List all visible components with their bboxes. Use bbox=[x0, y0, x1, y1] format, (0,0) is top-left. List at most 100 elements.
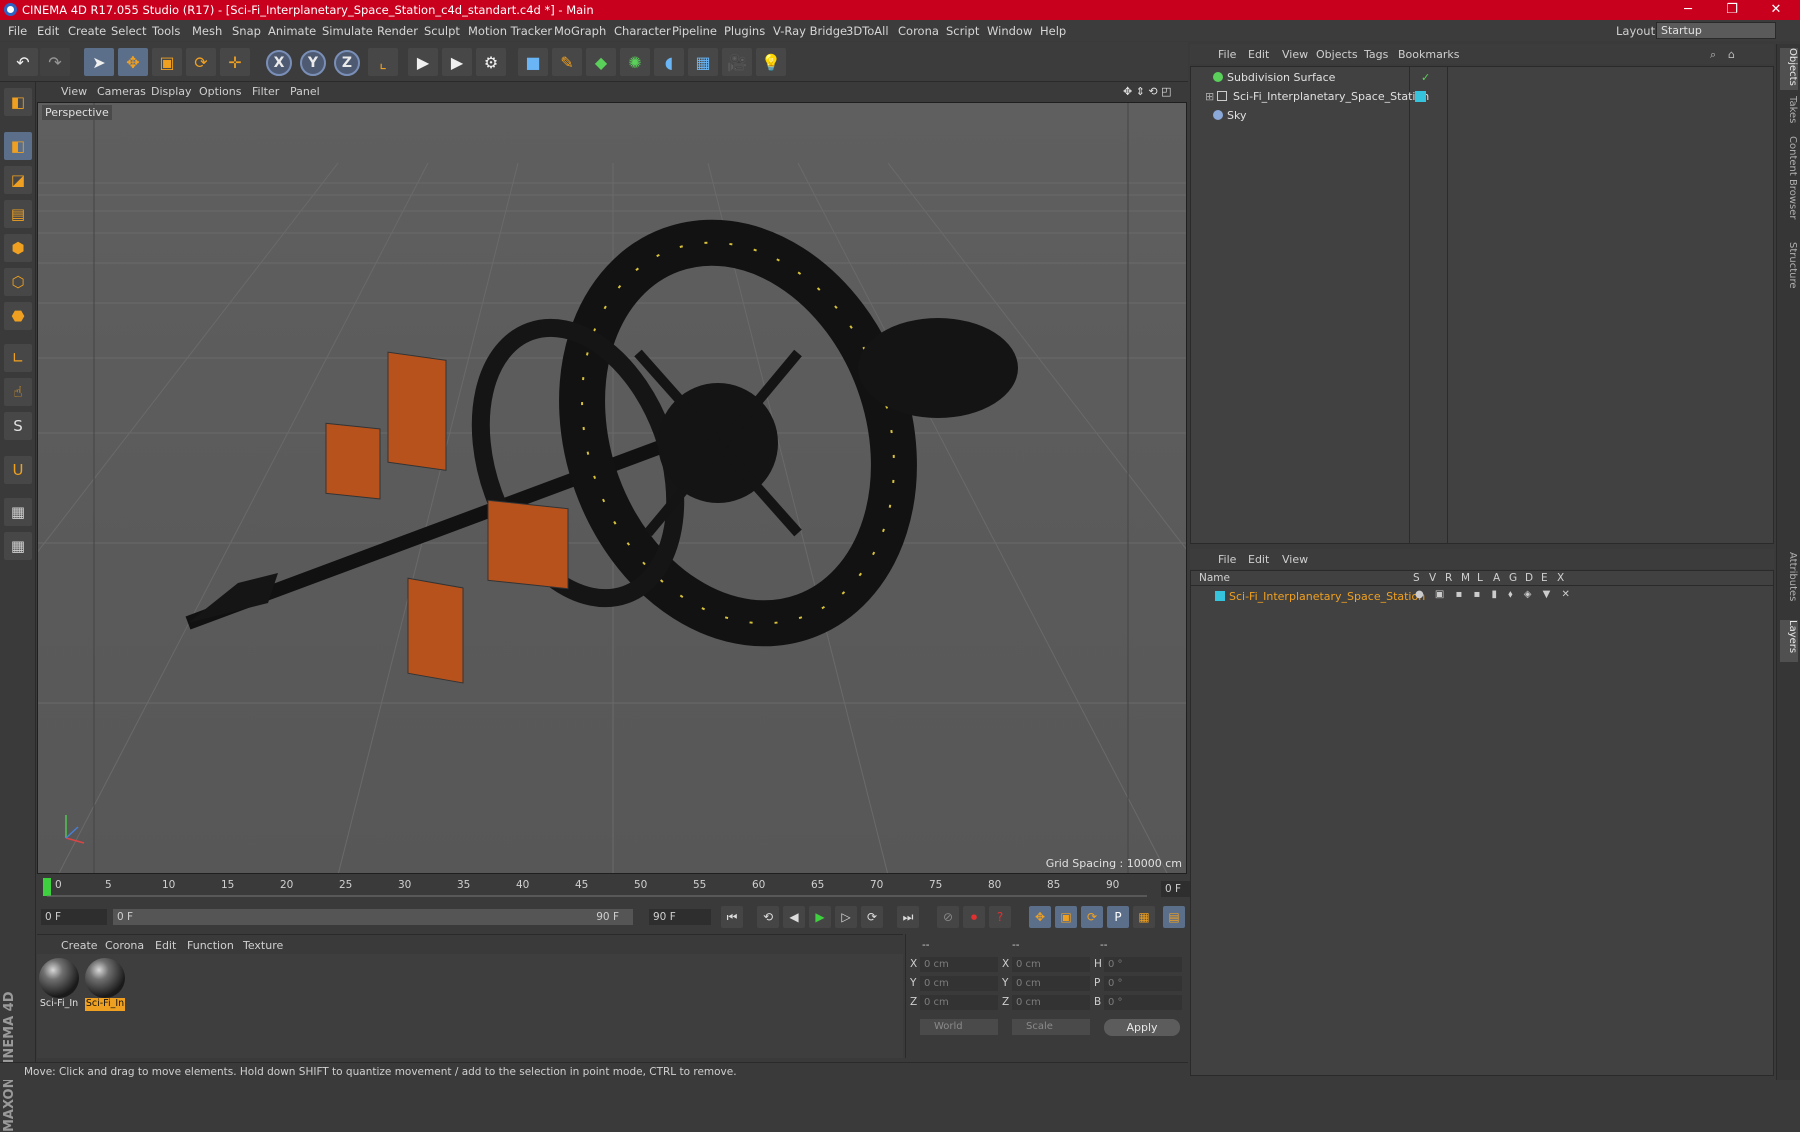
tree-row[interactable]: Subdivision Surface ✓ bbox=[1191, 69, 1773, 87]
next-key-icon[interactable]: ⟳ bbox=[861, 906, 883, 928]
om-menu-edit[interactable]: Edit bbox=[1248, 48, 1269, 61]
menu-simulate[interactable]: Simulate bbox=[322, 24, 373, 38]
coord-system-dropdown[interactable]: World bbox=[920, 1019, 998, 1035]
axis-mode-icon[interactable]: ∟ bbox=[4, 344, 32, 372]
polygons-mode-icon[interactable]: ⬣ bbox=[4, 302, 32, 330]
render-settings-icon[interactable]: ⚙ bbox=[476, 48, 506, 76]
menu-corona[interactable]: Corona bbox=[898, 24, 939, 38]
menu-mesh[interactable]: Mesh bbox=[192, 24, 222, 38]
layer-row[interactable]: Sci-Fi_Interplanetary_Space_Station ● ▣ … bbox=[1191, 588, 1773, 606]
expand-icon[interactable]: ⊞ bbox=[1205, 90, 1214, 103]
rot-b-field[interactable]: 0 ° bbox=[1104, 995, 1182, 1010]
lm-menu-view[interactable]: View bbox=[1282, 553, 1308, 566]
search-icon[interactable]: ⌕ bbox=[1710, 48, 1716, 62]
tree-row[interactable]: ⊞ Sci-Fi_Interplanetary_Space_Station bbox=[1191, 88, 1773, 106]
menu-snap[interactable]: Snap bbox=[232, 24, 261, 38]
om-menu-objects[interactable]: Objects bbox=[1316, 48, 1358, 61]
menu-plugins[interactable]: Plugins bbox=[724, 24, 765, 38]
magnet-icon[interactable]: U bbox=[4, 456, 32, 484]
pen-icon[interactable]: ✎ bbox=[552, 48, 582, 76]
prev-frame-icon[interactable]: ◀ bbox=[783, 906, 805, 928]
vp-menu-view[interactable]: View bbox=[61, 85, 87, 98]
floor-icon[interactable]: ▦ bbox=[688, 48, 718, 76]
layer-color-swatch[interactable] bbox=[1415, 91, 1426, 102]
menu-help[interactable]: Help bbox=[1040, 24, 1066, 38]
live-selection-icon[interactable]: ✛ bbox=[220, 48, 250, 76]
menu-pipeline[interactable]: Pipeline bbox=[672, 24, 717, 38]
object-name[interactable]: Sky bbox=[1227, 109, 1246, 122]
size-z-field[interactable]: 0 cm bbox=[1012, 995, 1090, 1010]
key-rotation-icon[interactable]: ⟳ bbox=[1081, 906, 1103, 928]
enabled-check-icon[interactable]: ✓ bbox=[1421, 71, 1430, 84]
range-slider[interactable]: 0 F 90 F bbox=[113, 909, 633, 925]
menu-file[interactable]: File bbox=[8, 24, 27, 38]
om-menu-tags[interactable]: Tags bbox=[1364, 48, 1388, 61]
vp-menu-cameras[interactable]: Cameras bbox=[97, 85, 146, 98]
mat-menu-edit[interactable]: Edit bbox=[155, 939, 176, 952]
undo-icon[interactable]: ↶ bbox=[8, 48, 38, 76]
key-param-icon[interactable]: P bbox=[1107, 906, 1129, 928]
size-x-field[interactable]: 0 cm bbox=[1012, 957, 1090, 972]
subdivision-surface-icon[interactable]: ◆ bbox=[586, 48, 616, 76]
tweak-mode-icon[interactable]: ☝ bbox=[4, 378, 32, 406]
lm-menu-file[interactable]: File bbox=[1218, 553, 1236, 566]
key-pla-icon[interactable]: ▦ bbox=[1133, 906, 1155, 928]
points-mode-icon[interactable]: ⬢ bbox=[4, 234, 32, 262]
layer-name[interactable]: Sci-Fi_Interplanetary_Space_Station bbox=[1229, 590, 1425, 603]
deformer-icon[interactable]: ◖ bbox=[654, 48, 684, 76]
close-button[interactable]: ✕ bbox=[1756, 1, 1796, 19]
vp-menu-panel[interactable]: Panel bbox=[290, 85, 320, 98]
axis-y-icon[interactable]: Y bbox=[300, 50, 326, 76]
tree-row[interactable]: Sky bbox=[1191, 107, 1773, 125]
light-icon[interactable]: 💡 bbox=[756, 48, 786, 76]
object-name[interactable]: Subdivision Surface bbox=[1227, 71, 1335, 84]
play-icon[interactable]: ▶ bbox=[809, 906, 831, 928]
render-view-icon[interactable]: ▶ bbox=[408, 48, 438, 76]
tab-attributes[interactable]: Attributes bbox=[1780, 552, 1798, 614]
record-icon[interactable]: ⏺ bbox=[963, 906, 985, 928]
timeline-ruler[interactable]: 0 5 10 15 20 25 30 35 40 45 50 55 60 65 … bbox=[37, 876, 1221, 900]
pos-y-field[interactable]: 0 cm bbox=[920, 976, 998, 991]
tab-takes[interactable]: Takes bbox=[1780, 96, 1798, 130]
size-mode-dropdown[interactable]: Scale bbox=[1012, 1019, 1090, 1035]
snap-icon[interactable]: S bbox=[4, 412, 32, 440]
om-menu-view[interactable]: View bbox=[1282, 48, 1308, 61]
menu-script[interactable]: Script bbox=[946, 24, 979, 38]
lm-menu-edit[interactable]: Edit bbox=[1248, 553, 1269, 566]
axis-z-icon[interactable]: Z bbox=[334, 50, 360, 76]
scale-tool-icon[interactable]: ▣ bbox=[152, 48, 182, 76]
mat-menu-function[interactable]: Function bbox=[187, 939, 234, 952]
vp-menu-options[interactable]: Options bbox=[199, 85, 241, 98]
layer-flags[interactable]: ● ▣ ▪ ▪ ▮ ⬧ ◈ ▼ ✕ bbox=[1415, 589, 1574, 600]
rotate-tool-icon[interactable]: ⟳ bbox=[186, 48, 216, 76]
make-editable-icon[interactable]: ◧ bbox=[4, 88, 32, 116]
om-menu-file[interactable]: File bbox=[1218, 48, 1236, 61]
pos-x-field[interactable]: 0 cm bbox=[920, 957, 998, 972]
redo-icon[interactable]: ↷ bbox=[40, 48, 70, 76]
menu-sculpt[interactable]: Sculpt bbox=[424, 24, 460, 38]
menu-vray-bridge[interactable]: V-Ray Bridge bbox=[773, 24, 847, 38]
object-name[interactable]: Sci-Fi_Interplanetary_Space_Station bbox=[1233, 90, 1429, 103]
texture-mode-icon[interactable]: ◪ bbox=[4, 166, 32, 194]
tab-structure[interactable]: Structure bbox=[1780, 242, 1798, 298]
material-swatch-selected[interactable]: Sci-Fi_In bbox=[85, 958, 125, 1014]
rot-p-field[interactable]: 0 ° bbox=[1104, 976, 1182, 991]
mat-menu-create[interactable]: Create bbox=[61, 939, 98, 952]
menu-animate[interactable]: Animate bbox=[268, 24, 316, 38]
prev-key-icon[interactable]: ⟲ bbox=[757, 906, 779, 928]
camera-icon[interactable]: 🎥 bbox=[722, 48, 752, 76]
mat-menu-texture[interactable]: Texture bbox=[243, 939, 283, 952]
lock-workplane-icon[interactable]: ▦ bbox=[4, 498, 32, 526]
edges-mode-icon[interactable]: ⬡ bbox=[4, 268, 32, 296]
select-tool-icon[interactable]: ➤ bbox=[84, 48, 114, 76]
vp-menu-filter[interactable]: Filter bbox=[252, 85, 279, 98]
key-position-icon[interactable]: ✥ bbox=[1029, 906, 1051, 928]
om-menu-bookmarks[interactable]: Bookmarks bbox=[1398, 48, 1459, 61]
tab-layers[interactable]: Layers bbox=[1780, 620, 1798, 662]
start-frame-field[interactable]: 0 F bbox=[41, 909, 107, 925]
menu-select[interactable]: Select bbox=[111, 24, 146, 38]
render-picture-viewer-icon[interactable]: ▶ bbox=[442, 48, 472, 76]
menu-render[interactable]: Render bbox=[377, 24, 418, 38]
array-icon[interactable]: ✺ bbox=[620, 48, 650, 76]
home-icon[interactable]: ⌂ bbox=[1728, 48, 1735, 61]
